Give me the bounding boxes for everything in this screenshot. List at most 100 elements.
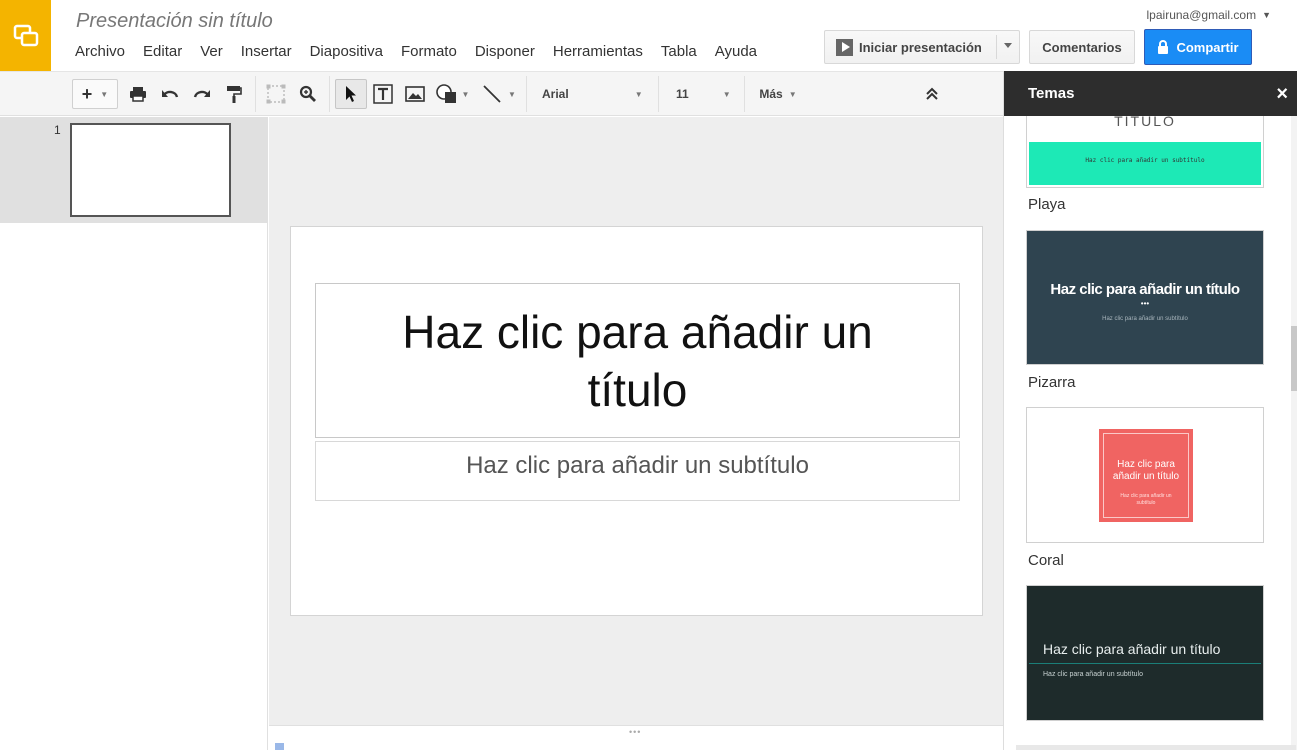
menu-herramientas[interactable]: Herramientas (544, 42, 652, 62)
theme-preview-rule (1029, 663, 1261, 664)
font-size-value: 11 (676, 87, 689, 101)
theme-name-pizarra: Pizarra (1028, 374, 1076, 391)
line-button[interactable]: ▼ (478, 79, 520, 109)
present-dropdown-icon[interactable] (1004, 43, 1012, 48)
menu-diapositiva[interactable]: Diapositiva (301, 42, 392, 62)
themes-list: TÍTULO Haz clic para añadir un subtítulo… (1004, 116, 1297, 750)
redo-button[interactable] (190, 79, 214, 109)
theme-preview-dots: ••• (1140, 299, 1150, 308)
present-divider (996, 35, 997, 59)
collapse-toolbar-button[interactable] (918, 79, 946, 109)
toolbar-separator (329, 76, 330, 112)
slides-app: Presentación sin título Archivo Editar V… (0, 0, 1297, 750)
new-slide-button[interactable]: + ▼ (72, 79, 118, 109)
theme-preview-title: Haz clic para añadir un título (1112, 459, 1180, 482)
selection-box-icon (266, 84, 286, 104)
print-icon (130, 87, 146, 102)
toolbar-separator (744, 76, 745, 112)
themes-footer-strip (1016, 745, 1296, 750)
font-size-select[interactable]: 11 ▼ (666, 79, 740, 109)
menu-bar: Archivo Editar Ver Insertar Diapositiva … (66, 42, 766, 62)
redo-icon (193, 90, 210, 98)
themes-header: Temas × (1004, 71, 1297, 116)
shape-button[interactable]: ▼ (432, 79, 472, 109)
more-button[interactable]: Más ▼ (750, 79, 806, 109)
subtitle-placeholder[interactable]: Haz clic para añadir un subtítulo (315, 441, 960, 501)
print-button[interactable] (126, 79, 150, 109)
present-label: Iniciar presentación (859, 39, 982, 55)
theme-card-playa[interactable]: TÍTULO Haz clic para añadir un subtítulo (1026, 116, 1264, 188)
slide-filmstrip: 1 (0, 117, 268, 750)
theme-name-playa: Playa (1028, 196, 1066, 213)
theme-preview-subtitle: Haz clic para añadir un subtítulo (1120, 493, 1172, 506)
theme-preview-subtitle: Haz clic para añadir un subtítulo (1085, 157, 1205, 164)
select-tool-button[interactable] (335, 79, 367, 109)
menu-ver[interactable]: Ver (191, 42, 232, 62)
themes-scrollbar-thumb[interactable] (1291, 326, 1297, 391)
chevron-down-icon: ▼ (508, 89, 516, 99)
account-email: lpairuna@gmail.com (1146, 8, 1257, 22)
present-button[interactable]: Iniciar presentación (824, 30, 1020, 64)
insert-image-button[interactable] (402, 79, 428, 109)
menu-disponer[interactable]: Disponer (466, 42, 544, 62)
doc-title[interactable]: Presentación sin título (76, 10, 273, 33)
plus-icon: + (81, 83, 93, 104)
chevron-down-icon: ▼ (1262, 10, 1271, 20)
notes-text-cursor (275, 743, 284, 750)
select-all-button[interactable] (263, 79, 289, 109)
header: Presentación sin título Archivo Editar V… (0, 0, 1297, 72)
cursor-arrow-icon (346, 86, 356, 102)
toolbar-separator (526, 76, 527, 112)
more-label: Más (759, 87, 783, 101)
editor-canvas: Haz clic para añadir un título Haz clic … (269, 117, 1003, 725)
line-icon (483, 85, 501, 103)
zoom-button[interactable] (295, 79, 321, 109)
share-label: Compartir (1176, 39, 1239, 55)
title-placeholder[interactable]: Haz clic para añadir un título (315, 283, 960, 438)
lock-icon (1158, 40, 1169, 54)
toolbar-separator (658, 76, 659, 112)
slide-canvas: Haz clic para añadir un título Haz clic … (290, 226, 983, 616)
chevron-down-icon: ▼ (461, 89, 470, 99)
menu-ayuda[interactable]: Ayuda (706, 42, 766, 62)
comments-button[interactable]: Comentarios (1029, 30, 1135, 64)
undo-button[interactable] (158, 79, 182, 109)
theme-preview-title: TÍTULO (1114, 116, 1176, 129)
paint-format-button[interactable] (222, 79, 246, 109)
filmstrip-selected-row[interactable]: 1 (0, 117, 268, 223)
chevron-down-icon: ▼ (788, 89, 797, 99)
themes-title: Temas (1028, 85, 1075, 102)
menu-editar[interactable]: Editar (134, 42, 191, 62)
menu-insertar[interactable]: Insertar (232, 42, 301, 62)
account-menu[interactable]: lpairuna@gmail.com ▼ (1147, 8, 1271, 22)
theme-preview-subtitle: Haz clic para añadir un subtítulo (1043, 671, 1143, 678)
theme-preview-title: Haz clic para añadir un título (1050, 281, 1240, 298)
slides-logo[interactable] (0, 0, 51, 71)
slide-number: 1 (54, 123, 61, 137)
close-icon[interactable]: × (1276, 84, 1288, 104)
zoom-icon (299, 85, 316, 102)
theme-card-pizarra[interactable]: Haz clic para añadir un título ••• Haz c… (1026, 230, 1264, 365)
paint-roller-icon (227, 86, 242, 103)
text-box-icon (373, 84, 393, 104)
chevron-down-icon: ▼ (722, 89, 731, 99)
share-button[interactable]: Compartir (1144, 29, 1252, 65)
image-icon (405, 86, 425, 102)
themes-scrollbar[interactable] (1291, 116, 1297, 750)
undo-icon (162, 90, 179, 98)
font-family-value: Arial (542, 87, 569, 101)
theme-card-coral[interactable]: Haz clic para añadir un título Haz clic … (1026, 407, 1264, 543)
toolbar: + ▼ ▼ ▼ Arial ▼ 11 ▼ Más ▼ (0, 71, 1003, 116)
theme-preview-title: Haz clic para añadir un título (1043, 641, 1221, 657)
text-box-button[interactable] (370, 79, 396, 109)
themes-panel: Temas × TÍTULO Haz clic para añadir un s… (1003, 71, 1297, 750)
font-family-select[interactable]: Arial ▼ (534, 79, 654, 109)
theme-card-dark[interactable]: Haz clic para añadir un título Haz clic … (1026, 585, 1264, 721)
toolbar-separator (255, 76, 256, 112)
menu-archivo[interactable]: Archivo (66, 42, 134, 62)
menu-formato[interactable]: Formato (392, 42, 466, 62)
menu-tabla[interactable]: Tabla (652, 42, 706, 62)
chevron-down-icon: ▼ (634, 89, 643, 99)
resize-handle-icon[interactable]: ••• (629, 727, 641, 737)
slide-thumbnail[interactable] (70, 123, 231, 217)
